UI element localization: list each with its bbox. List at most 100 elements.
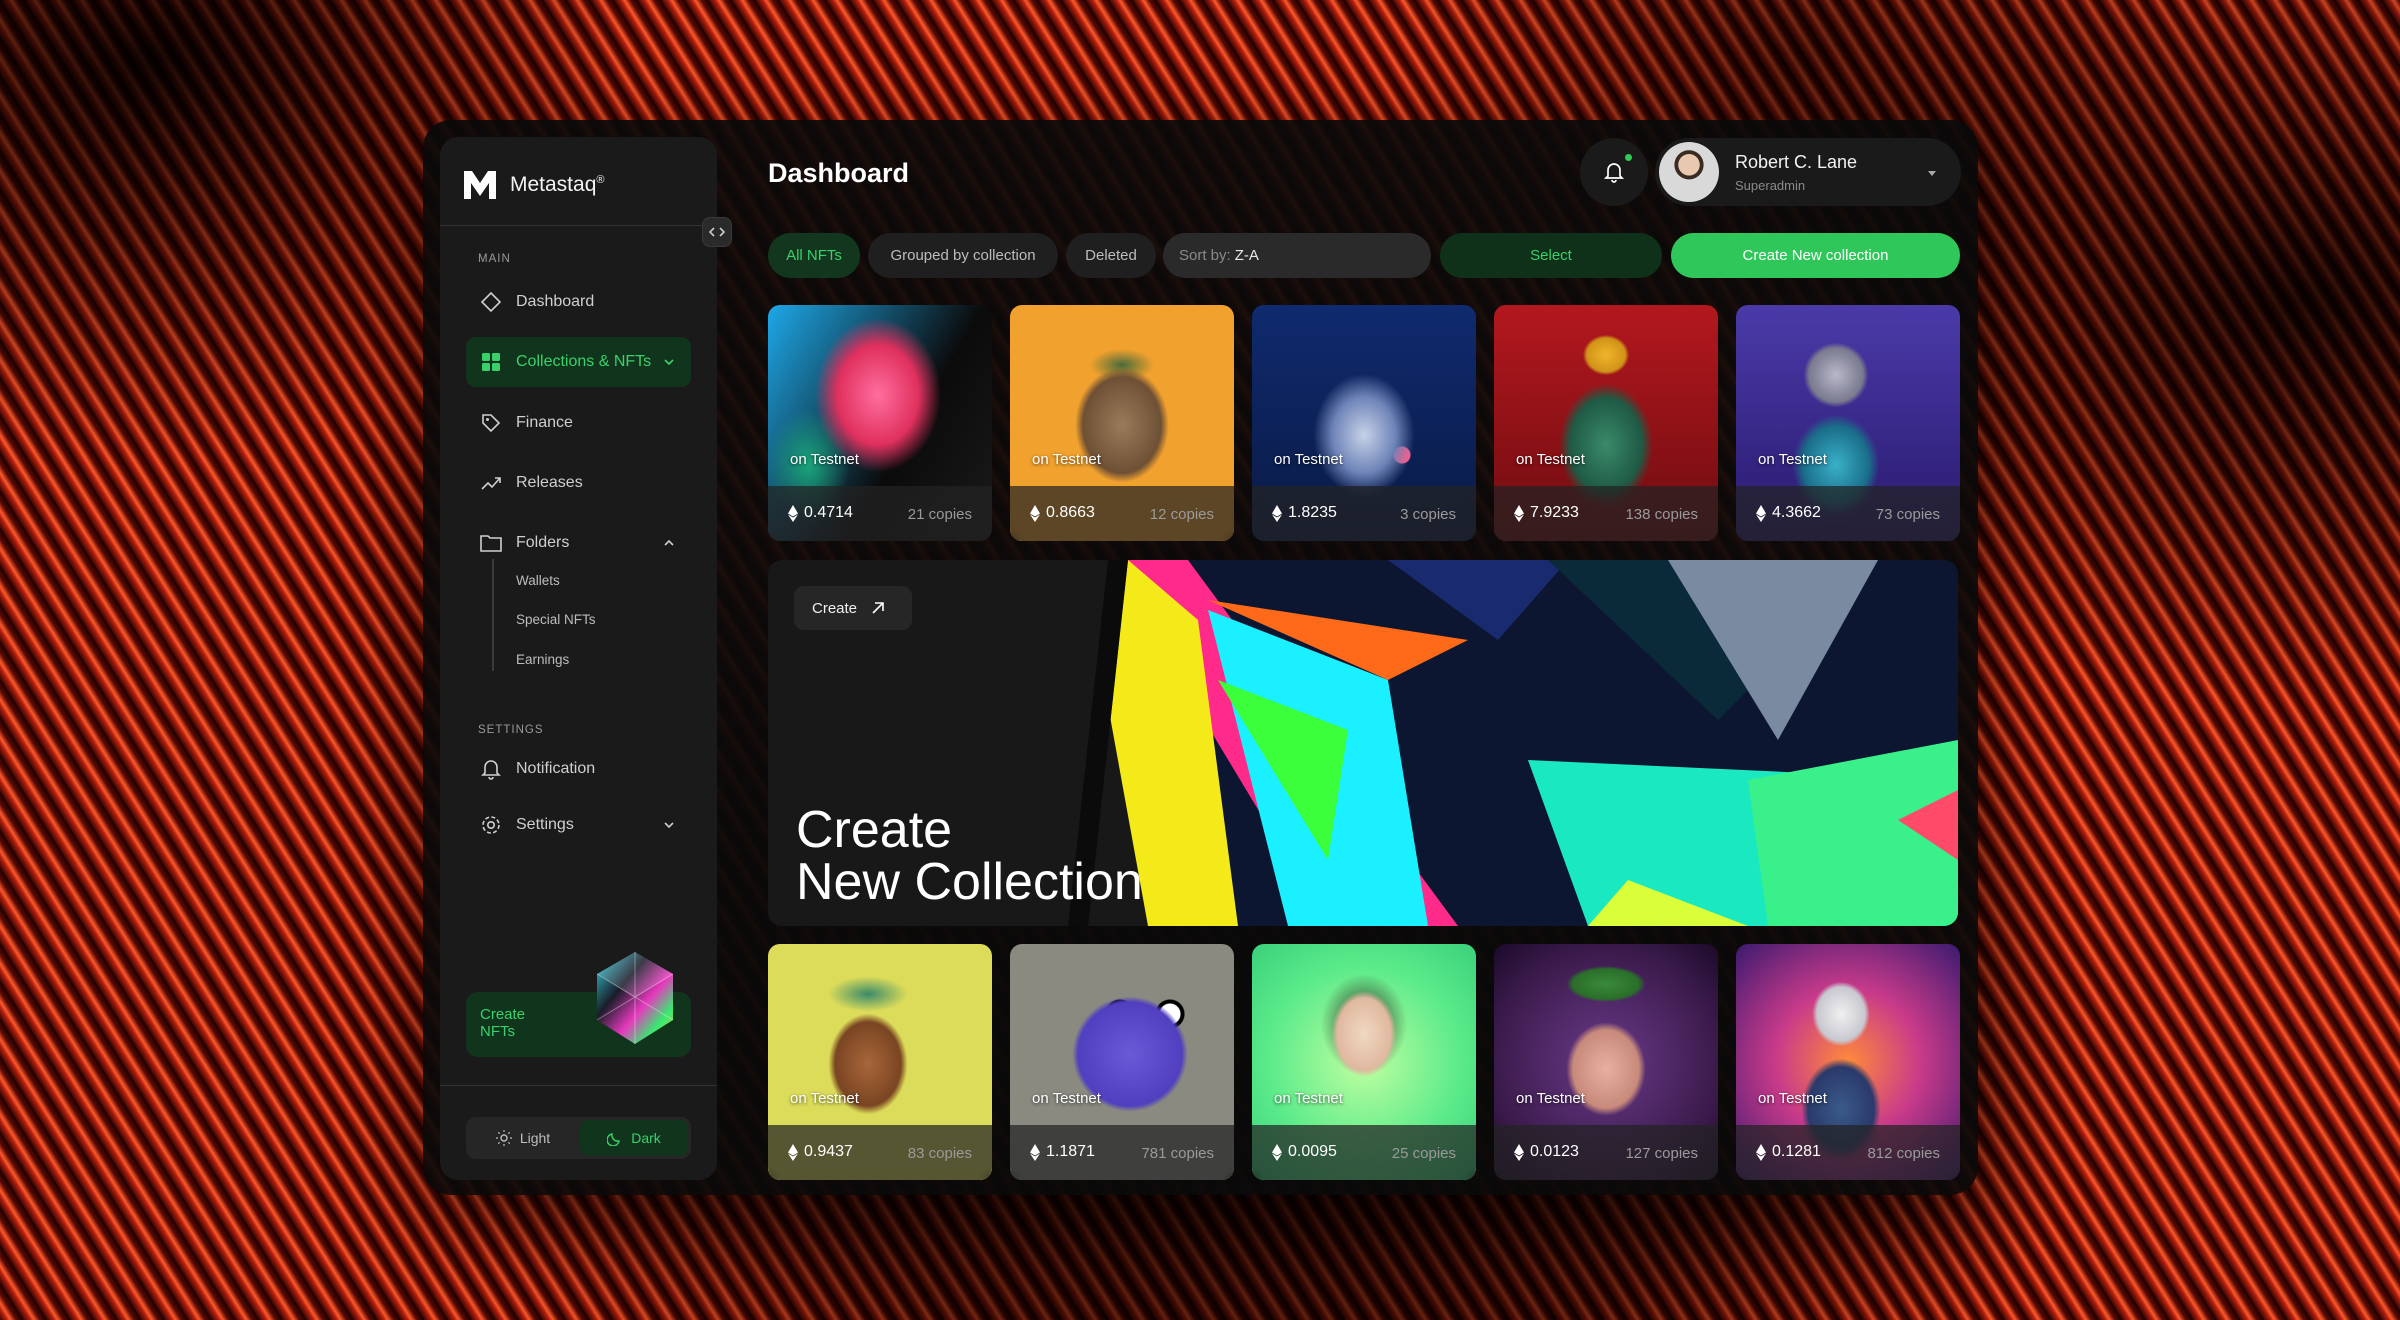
create-nfts-label: Create NFTs [480,1006,526,1040]
filter-grouped-by-collection[interactable]: Grouped by collection [868,233,1058,278]
sidebar-item-label: Dashboard [516,293,595,310]
create-new-collection-button[interactable]: Create New collection [1671,233,1960,278]
sidebar-item-finance[interactable]: Finance [466,398,691,448]
crystal-gem-icon [596,952,674,1044]
sidebar-item-label: Releases [516,474,583,491]
nft-copies: 781 copies [1141,1145,1214,1162]
nft-info: 0.0123 127 copies [1494,1125,1718,1180]
nft-card[interactable]: on Testnet 0.0123 127 copies [1494,944,1718,1180]
divider [440,225,717,226]
sidebar-item-dashboard[interactable]: Dashboard [466,277,691,327]
nft-price: 1.1871 [1046,1143,1095,1160]
chevron-down-icon [664,359,674,366]
ethereum-icon [1030,1144,1040,1161]
arrow-up-right-icon [872,602,884,614]
sidebar-item-label: Folders [516,534,570,551]
nft-price: 1.8235 [1288,504,1337,521]
nft-copies: 3 copies [1400,506,1456,523]
nft-card[interactable]: on Testnet 0.8663 12 copies [1010,305,1234,541]
nft-card[interactable]: on Testnet 0.4714 21 copies [768,305,992,541]
brand-name: Metastaq® [510,173,605,196]
nft-copies: 83 copies [907,1145,972,1162]
nft-card[interactable]: on Testnet 1.8235 3 copies [1252,305,1476,541]
nft-price: 4.3662 [1772,504,1821,521]
nft-price: 0.8663 [1046,504,1095,521]
filter-deleted[interactable]: Deleted [1066,233,1156,278]
create-nfts-card[interactable]: Create NFTs [466,952,691,1057]
folder-item-special-nfts[interactable]: Special NFTs [516,612,596,627]
nft-info: 4.3662 73 copies [1736,486,1960,541]
collapse-sidebar-button[interactable] [702,217,732,247]
folder-tree-line [492,559,494,671]
sidebar-item-collections[interactable]: Collections & NFTs [466,337,691,387]
nft-card[interactable]: on Testnet 7.9233 138 copies [1494,305,1718,541]
nft-info: 7.9233 138 copies [1494,486,1718,541]
network-badge: on Testnet [1274,1090,1343,1107]
nft-price: 0.0123 [1530,1143,1579,1160]
nft-info: 0.8663 12 copies [1010,486,1234,541]
nft-card[interactable]: on Testnet 4.3662 73 copies [1736,305,1960,541]
bell-icon [480,758,502,780]
folder-item-earnings[interactable]: Earnings [516,652,569,667]
chevron-up-icon [664,539,674,546]
folder-item-wallets[interactable]: Wallets [516,573,560,588]
caret-down-icon [1928,171,1936,176]
brand[interactable]: Metastaq® [464,157,605,213]
sidebar-item-folders[interactable]: Folders [466,518,691,568]
notification-dot [1623,152,1634,163]
ethereum-icon [1756,1144,1766,1161]
nft-price: 0.4714 [804,504,853,521]
theme-dark-button[interactable]: Dark [580,1120,688,1156]
sidebar: Metastaq® MAIN Dashboard Collections & N… [440,137,732,1180]
filter-all-nfts[interactable]: All NFTs [768,233,860,278]
network-badge: on Testnet [1274,451,1343,468]
sidebar-item-releases[interactable]: Releases [466,458,691,508]
sidebar-item-settings[interactable]: Settings [466,800,691,850]
ethereum-icon [1514,505,1524,522]
moon-icon [607,1133,621,1146]
folder-icon [480,532,502,554]
theme-light-label: Light [519,1130,551,1146]
nft-copies: 812 copies [1867,1145,1940,1162]
banner-title-line2: New Collection [796,853,1143,911]
sort-dropdown[interactable]: Sort by: Z-A [1163,233,1431,278]
notifications-button[interactable] [1580,138,1648,206]
network-badge: on Testnet [1758,1090,1827,1107]
network-badge: on Testnet [1516,451,1585,468]
nft-price: 7.9233 [1530,504,1579,521]
create-button[interactable]: Create [794,586,912,630]
ethereum-icon [1272,505,1282,522]
nft-card[interactable]: on Testnet 1.1871 781 copies [1010,944,1234,1180]
sidebar-item-label: Settings [516,816,574,833]
nft-card[interactable]: on Testnet 0.9437 83 copies [768,944,992,1180]
network-badge: on Testnet [790,451,859,468]
sidebar-item-notification[interactable]: Notification [466,744,691,794]
user-role: Superadmin [1735,178,1806,193]
nft-card[interactable]: on Testnet 0.0095 25 copies [1252,944,1476,1180]
network-badge: on Testnet [1032,1090,1101,1107]
page-title: Dashboard [768,158,910,188]
nft-info: 0.0095 25 copies [1252,1125,1476,1180]
sidebar-item-label: Collections & NFTs [516,353,652,370]
user-menu[interactable]: Robert C. Lane Superadmin [1655,138,1961,206]
select-button[interactable]: Select [1440,233,1662,278]
sidebar-item-label: Finance [516,414,573,431]
nft-info: 0.4714 21 copies [768,486,992,541]
trend-icon [480,472,502,494]
nft-card[interactable]: on Testnet 0.1281 812 copies [1736,944,1960,1180]
theme-light-button[interactable]: Light [469,1120,577,1156]
ethereum-icon [1756,505,1766,522]
chevron-down-icon [664,822,674,829]
ethereum-icon [1272,1144,1282,1161]
section-label-settings: SETTINGS [478,724,544,736]
network-badge: on Testnet [790,1090,859,1107]
nft-info: 1.8235 3 copies [1252,486,1476,541]
create-button-label: Create [812,599,858,617]
create-collection-banner[interactable]: Create Create New Collection [768,560,1958,926]
ethereum-icon [788,505,798,522]
network-badge: on Testnet [1758,451,1827,468]
nft-price: 0.1281 [1772,1143,1821,1160]
banner-title-line1: Create [796,801,953,859]
network-badge: on Testnet [1032,451,1101,468]
avatar [1659,142,1719,202]
